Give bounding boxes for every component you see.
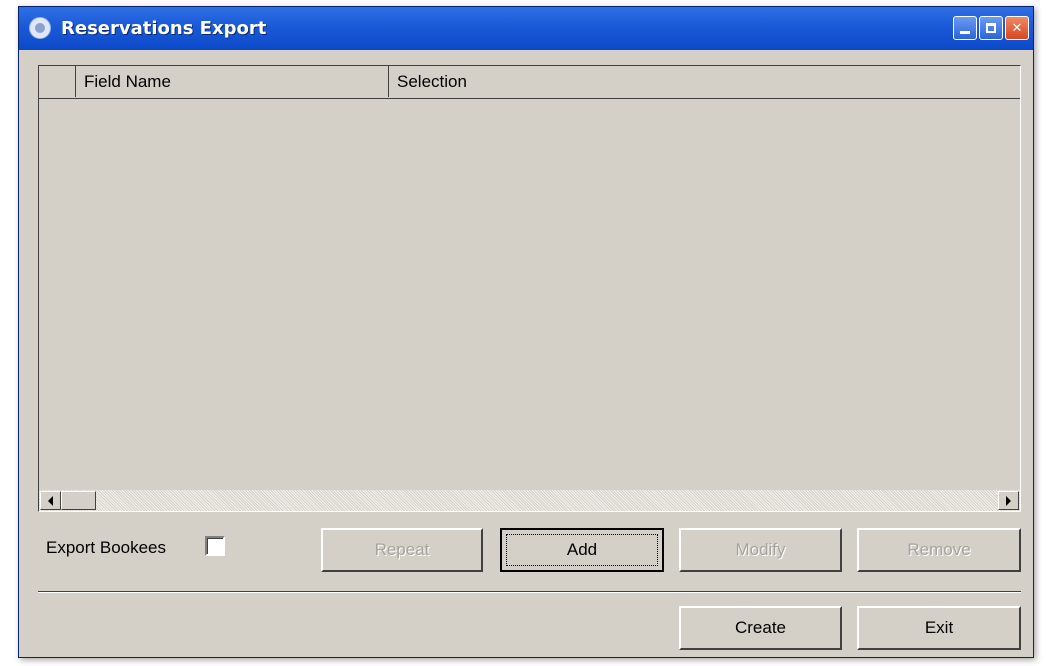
grid-header: Field Name Selection: [39, 66, 1020, 99]
create-button-label: Create: [734, 618, 787, 637]
focus-rect: [506, 534, 658, 566]
close-icon: ✕: [1011, 20, 1023, 36]
minimize-button[interactable]: [953, 16, 977, 40]
remove-button-label: Remove: [907, 540, 971, 559]
fields-grid[interactable]: Field Name Selection: [38, 65, 1021, 512]
repeat-button-label: Repeat: [374, 540, 430, 559]
scroll-left-button[interactable]: [40, 491, 61, 510]
separator-line: [38, 591, 1021, 593]
reservations-export-window: Reservations Export ✕ Field Name Selecti…: [18, 6, 1034, 658]
add-button[interactable]: Add: [500, 528, 664, 572]
export-bookees-checkbox[interactable]: [205, 536, 225, 556]
create-button[interactable]: Create: [679, 606, 842, 650]
modify-button[interactable]: Modify: [679, 528, 842, 572]
maximize-button[interactable]: [979, 16, 1003, 40]
horizontal-scrollbar[interactable]: [39, 489, 1020, 511]
export-bookees-label: Export Bookees: [46, 538, 167, 557]
scroll-right-button[interactable]: [998, 491, 1019, 510]
remove-button[interactable]: Remove: [857, 528, 1021, 572]
maximize-icon: [986, 23, 996, 33]
column-header-field-name[interactable]: Field Name: [76, 66, 389, 97]
column-header-selection[interactable]: Selection: [389, 66, 1020, 97]
arrow-right-icon: [1006, 495, 1011, 506]
title-bar[interactable]: Reservations Export ✕: [19, 7, 1033, 50]
repeat-button[interactable]: Repeat: [321, 528, 483, 572]
arrow-left-icon: [48, 495, 53, 506]
exit-button-label: Exit: [924, 618, 954, 637]
app-logo-icon[interactable]: [29, 17, 51, 39]
exit-button[interactable]: Exit: [857, 606, 1021, 650]
scroll-thumb[interactable]: [61, 491, 96, 510]
row-header-column: [39, 66, 76, 97]
window-title: Reservations Export: [61, 18, 267, 39]
close-button[interactable]: ✕: [1005, 16, 1029, 40]
modify-button-label: Modify: [735, 540, 786, 559]
minimize-icon: [960, 30, 970, 34]
